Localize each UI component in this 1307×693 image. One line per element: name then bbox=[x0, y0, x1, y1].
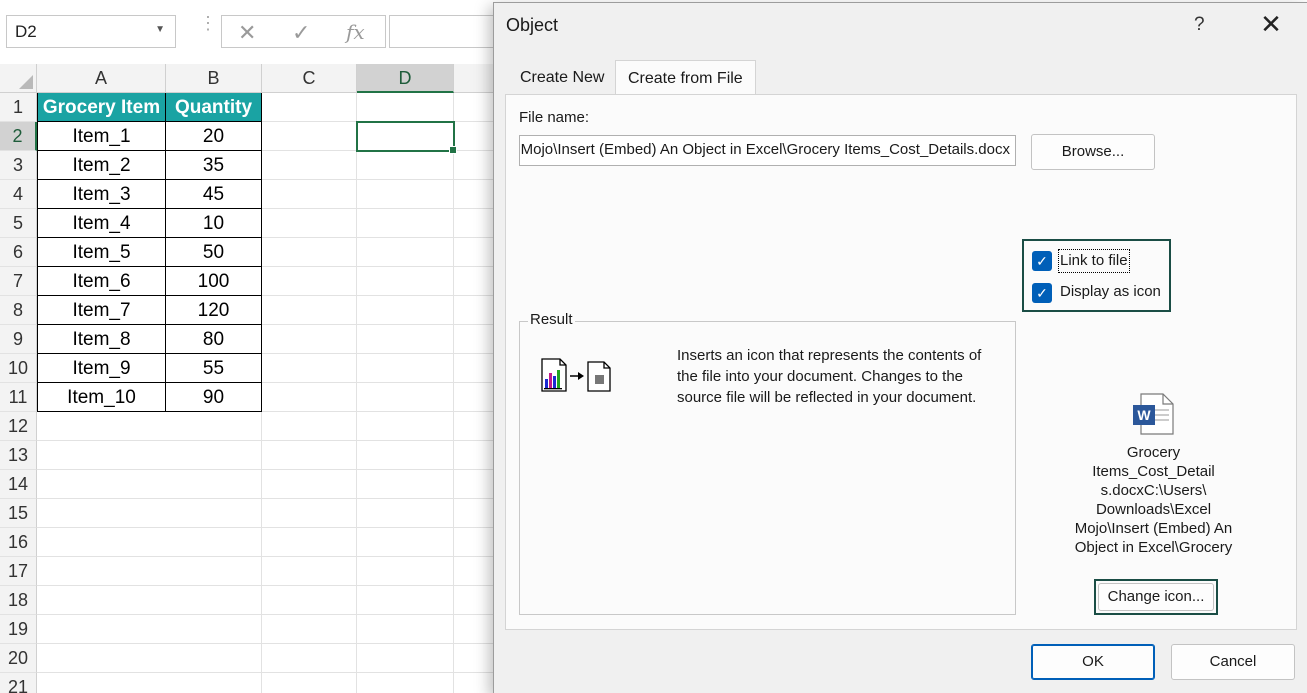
tab-create-from-file[interactable]: Create from File bbox=[615, 60, 756, 96]
display-as-icon-checkbox[interactable]: ✓ bbox=[1032, 283, 1052, 303]
word-document-icon: W bbox=[1133, 393, 1174, 435]
table-cell-item[interactable]: Item_4 bbox=[37, 209, 166, 238]
file-name-label: File name: bbox=[519, 109, 590, 126]
table-cell-item[interactable]: Item_9 bbox=[37, 354, 166, 383]
select-all-corner[interactable] bbox=[0, 64, 37, 93]
name-box-value: D2 bbox=[15, 22, 37, 41]
icon-caption: Grocery Items_Cost_Detail s.docxC:\Users… bbox=[1074, 444, 1233, 556]
drag-handle-icon[interactable]: ⋮ bbox=[199, 14, 217, 32]
insert-function-icon[interactable]: fx bbox=[346, 20, 365, 44]
active-cell-d2[interactable] bbox=[356, 121, 457, 154]
column-header-d[interactable]: D bbox=[357, 64, 454, 93]
table-cell-quantity[interactable]: 10 bbox=[166, 209, 262, 238]
row-header-13[interactable]: 13 bbox=[0, 441, 37, 470]
excel-window: D2 ▼ ⋮ ✕ ✓ fx A B C D 1 2 3 4 5 6 7 8 9 10 11 12 13 1… bbox=[0, 0, 1307, 693]
chevron-down-icon[interactable]: ▼ bbox=[155, 24, 165, 35]
formula-bar-buttons: ✕ ✓ fx bbox=[221, 15, 386, 48]
row-header-16[interactable]: 16 bbox=[0, 528, 37, 557]
row-header-21[interactable]: 21 bbox=[0, 673, 37, 693]
row-header-19[interactable]: 19 bbox=[0, 615, 37, 644]
result-group: Result Inserts an icon that represents t… bbox=[519, 311, 1016, 615]
table-cell-quantity[interactable]: 20 bbox=[166, 122, 262, 151]
browse-button[interactable]: Browse... bbox=[1031, 134, 1155, 170]
table-cell-quantity[interactable]: 55 bbox=[166, 354, 262, 383]
table-cell-quantity[interactable]: 90 bbox=[166, 383, 262, 412]
options-highlight: ✓ Link to file ✓ Display as icon bbox=[1022, 239, 1171, 312]
row-header-7[interactable]: 7 bbox=[0, 267, 37, 296]
change-icon-highlight: Change icon... bbox=[1094, 579, 1218, 615]
file-name-input[interactable]: C:\Users\Downloads\Excel Mojo\Insert (Em… bbox=[519, 135, 1016, 166]
row-header-17[interactable]: 17 bbox=[0, 557, 37, 586]
row-header-4[interactable]: 4 bbox=[0, 180, 37, 209]
table-cell-item[interactable]: Item_6 bbox=[37, 267, 166, 296]
row-header-11[interactable]: 11 bbox=[0, 383, 37, 412]
row-header-5[interactable]: 5 bbox=[0, 209, 37, 238]
header-grocery-item[interactable]: Grocery Item bbox=[37, 93, 166, 122]
change-icon-button[interactable]: Change icon... bbox=[1098, 583, 1214, 611]
link-to-file-checkbox[interactable]: ✓ bbox=[1032, 251, 1052, 271]
result-label: Result bbox=[528, 311, 575, 328]
table-cell-item[interactable]: Item_10 bbox=[37, 383, 166, 412]
name-box[interactable]: D2 ▼ bbox=[6, 15, 176, 48]
table-cell-item[interactable]: Item_5 bbox=[37, 238, 166, 267]
table-cell-item[interactable]: Item_7 bbox=[37, 296, 166, 325]
column-header-a[interactable]: A bbox=[37, 64, 166, 93]
enter-icon[interactable]: ✓ bbox=[292, 20, 310, 46]
table-cell-quantity[interactable]: 45 bbox=[166, 180, 262, 209]
file-name-value: C:\Users\Downloads\Excel Mojo\Insert (Em… bbox=[520, 141, 1010, 158]
svg-text:W: W bbox=[1137, 407, 1151, 423]
table-cell-item[interactable]: Item_3 bbox=[37, 180, 166, 209]
column-header-b[interactable]: B bbox=[166, 64, 262, 93]
table-cell-item[interactable]: Item_2 bbox=[37, 151, 166, 180]
table-cell-quantity[interactable]: 80 bbox=[166, 325, 262, 354]
table-cell-quantity[interactable]: 100 bbox=[166, 267, 262, 296]
link-to-file-label[interactable]: Link to file bbox=[1058, 249, 1130, 273]
row-header-2[interactable]: 2 bbox=[0, 122, 37, 151]
cancel-button[interactable]: Cancel bbox=[1171, 644, 1295, 680]
row-header-8[interactable]: 8 bbox=[0, 296, 37, 325]
ok-button[interactable]: OK bbox=[1031, 644, 1155, 680]
create-from-file-panel: File name: C:\Users\Downloads\Excel Mojo… bbox=[505, 94, 1297, 630]
row-header-9[interactable]: 9 bbox=[0, 325, 37, 354]
cancel-icon[interactable]: ✕ bbox=[238, 20, 256, 46]
table-cell-quantity[interactable]: 50 bbox=[166, 238, 262, 267]
dialog-title: Object bbox=[506, 15, 559, 35]
row-header-15[interactable]: 15 bbox=[0, 499, 37, 528]
object-dialog: Object ? ✕ Create New Create from File F… bbox=[493, 2, 1307, 693]
header-quantity[interactable]: Quantity bbox=[166, 93, 262, 122]
table-cell-quantity[interactable]: 35 bbox=[166, 151, 262, 180]
result-illustration-icon bbox=[541, 358, 611, 392]
tab-create-new[interactable]: Create New bbox=[508, 60, 616, 95]
table-cell-item[interactable]: Item_1 bbox=[37, 122, 166, 151]
display-as-icon-label[interactable]: Display as icon bbox=[1060, 281, 1161, 303]
worksheet-grid: A B C D 1 2 3 4 5 6 7 8 9 10 11 12 13 14 15 16 17 18 19 20 2… bbox=[0, 64, 560, 693]
row-header-20[interactable]: 20 bbox=[0, 644, 37, 673]
table-cell-item[interactable]: Item_8 bbox=[37, 325, 166, 354]
help-icon[interactable]: ? bbox=[1194, 14, 1205, 36]
row-header-1[interactable]: 1 bbox=[0, 93, 37, 122]
row-header-6[interactable]: 6 bbox=[0, 238, 37, 267]
row-header-3[interactable]: 3 bbox=[0, 151, 37, 180]
table-cell-quantity[interactable]: 120 bbox=[166, 296, 262, 325]
row-header-10[interactable]: 10 bbox=[0, 354, 37, 383]
row-header-12[interactable]: 12 bbox=[0, 412, 37, 441]
column-header-c[interactable]: C bbox=[262, 64, 357, 93]
result-description: Inserts an icon that represents the cont… bbox=[677, 347, 982, 406]
close-icon[interactable]: ✕ bbox=[1256, 9, 1286, 39]
row-header-14[interactable]: 14 bbox=[0, 470, 37, 499]
row-header-18[interactable]: 18 bbox=[0, 586, 37, 615]
